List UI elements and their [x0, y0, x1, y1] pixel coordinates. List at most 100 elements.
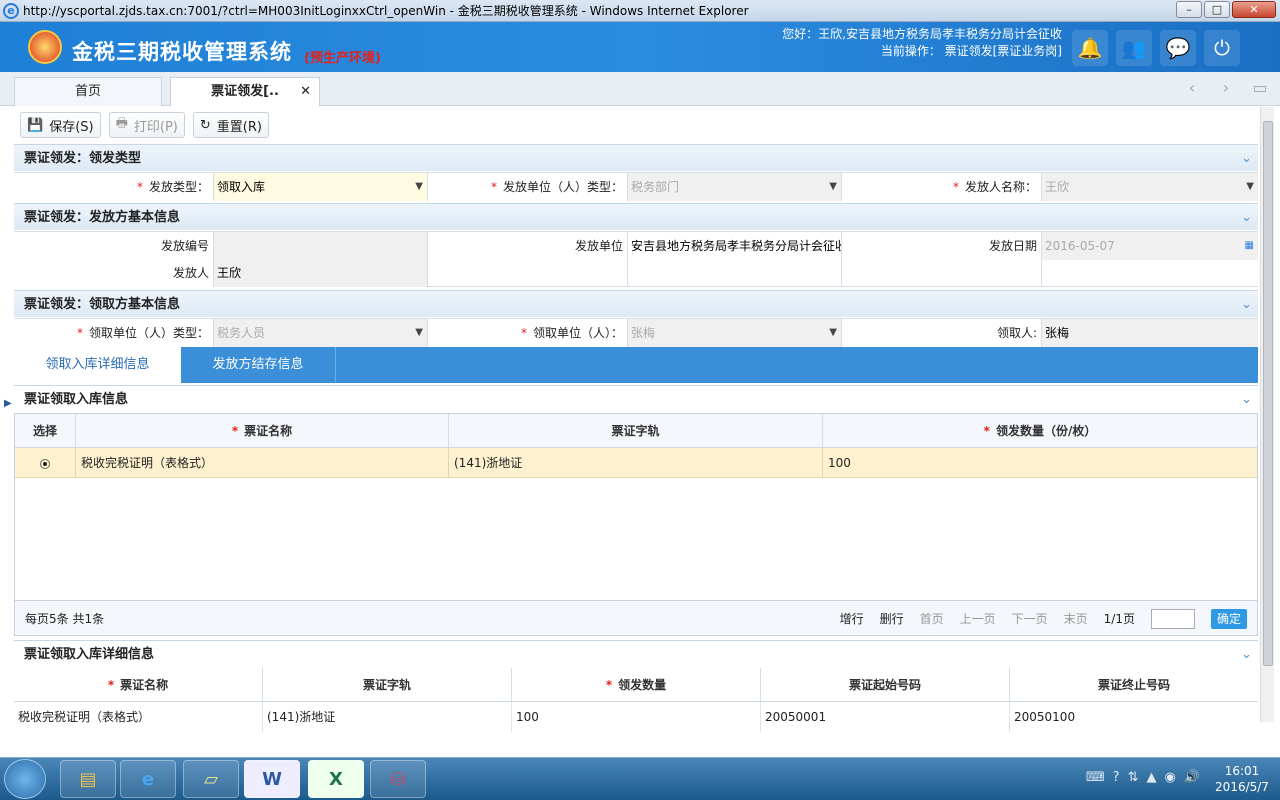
- tab-home[interactable]: 首页: [14, 77, 162, 106]
- receiver-field[interactable]: 张梅: [1042, 319, 1258, 347]
- delete-row-button[interactable]: 删行: [880, 601, 904, 637]
- col-quantity: * 领发数量（份/枚）: [983, 424, 1097, 438]
- dropdown-arrow-icon[interactable]: ▼: [415, 319, 423, 347]
- subtab-issuer-balance[interactable]: 发放方结存信息: [181, 347, 336, 383]
- save-icon: 💾: [27, 117, 44, 133]
- app-header: 金税三期税收管理系统 (预生产环境) 您好：王欣,安吉县地方税务局孝丰税务分局计…: [0, 22, 1280, 72]
- grid-receive: 选择 * 票证名称 票证字轨 * 领发数量（份/枚） 税收完税证明（表格式） (14…: [14, 413, 1258, 601]
- close-window-button[interactable]: ✕: [1232, 1, 1276, 18]
- issue-type-select[interactable]: 领取入库 ▼: [214, 173, 428, 201]
- dropdown-arrow-icon[interactable]: ▼: [829, 319, 837, 347]
- cell-quantity[interactable]: 100: [512, 702, 761, 732]
- chevron-down-icon[interactable]: ⌄: [1241, 204, 1252, 231]
- network-icon[interactable]: ⇅: [1128, 770, 1139, 785]
- power-icon[interactable]: ⏻: [1204, 30, 1240, 66]
- add-row-button[interactable]: 增行: [840, 601, 864, 637]
- ie-taskbar-icon[interactable]: e: [120, 760, 176, 798]
- reset-button[interactable]: ↻ 重置(R): [192, 112, 269, 138]
- clock[interactable]: 16:01 2016/5/7: [1212, 763, 1272, 795]
- chevron-down-icon[interactable]: ⌄: [1241, 291, 1252, 318]
- maximize-button[interactable]: □: [1204, 1, 1230, 18]
- keyboard-icon[interactable]: ⌨: [1086, 770, 1105, 785]
- word-icon[interactable]: W: [244, 760, 300, 798]
- label-text: 领取单位（人）类型：: [88, 326, 209, 340]
- empty-cell: [842, 259, 1042, 287]
- page-input[interactable]: [1150, 609, 1195, 629]
- section-grid2[interactable]: 票证领取入库详细信息 ⌄: [14, 640, 1258, 667]
- confirm-page-button[interactable]: 确定: [1210, 609, 1247, 629]
- expand-left-icon[interactable]: ▶: [4, 398, 12, 409]
- issuer-name-select[interactable]: 王欣 ▼: [1042, 173, 1258, 201]
- section-receiver-info[interactable]: 票证领发：领取方基本信息 ⌄: [14, 290, 1258, 317]
- section-title: 票证领发：领取方基本信息: [24, 297, 181, 312]
- issue-no-field[interactable]: [214, 232, 428, 260]
- notes-icon[interactable]: ▱: [183, 760, 239, 798]
- volume-icon[interactable]: 🔊: [1184, 770, 1200, 785]
- print-button[interactable]: 🖶 打印(P): [108, 112, 185, 138]
- cell-ticket-name[interactable]: 税收完税证明（表格式）: [14, 702, 263, 732]
- close-tab-icon[interactable]: ✕: [300, 78, 311, 106]
- issue-type-row: * 发放类型： 领取入库 ▼ * 发放单位（人）类型： 税务部门 ▼ * 发放人名称： 王…: [14, 172, 1258, 201]
- user-info: 您好：王欣,安吉县地方税务局孝丰税务分局计会征收 当前操作： 票证领发[票证业务…: [772, 26, 1062, 60]
- cell-end-no[interactable]: 20050100: [1010, 702, 1258, 732]
- subtab-receive-detail[interactable]: 领取入库详细信息: [14, 347, 181, 383]
- issuer-unit-label: 发放单位: [428, 232, 628, 260]
- issuer-unit-field[interactable]: 安吉县地方税务局孝丰税务分局计会征收: [628, 232, 842, 260]
- recv-unit-type-label: * 领取单位（人）类型：: [14, 319, 214, 347]
- row-radio[interactable]: [15, 448, 76, 477]
- save-button[interactable]: 💾 保存(S): [20, 112, 101, 138]
- prev-page-button[interactable]: 上一页: [960, 601, 996, 637]
- section-title: 票证领发：发放方基本信息: [24, 210, 181, 225]
- calendar-icon[interactable]: ▦: [1245, 232, 1254, 260]
- dropdown-arrow-icon[interactable]: ▼: [829, 173, 837, 201]
- first-page-button[interactable]: 首页: [920, 601, 944, 637]
- browser-titlebar: e http://yscportal.zjds.tax.cn:7001/?ctr…: [0, 0, 1280, 22]
- scrollbar-thumb[interactable]: [1263, 121, 1273, 666]
- explorer-icon[interactable]: ▤: [60, 760, 116, 798]
- minimize-button[interactable]: –: [1176, 1, 1202, 18]
- recv-unit-select[interactable]: 张梅 ▼: [628, 319, 842, 347]
- tab-next-icon[interactable]: ›: [1212, 78, 1240, 97]
- section-grid1[interactable]: 票证领取入库信息 ⌄: [14, 385, 1258, 412]
- next-page-button[interactable]: 下一页: [1012, 601, 1048, 637]
- dropdown-arrow-icon[interactable]: ▼: [415, 173, 423, 201]
- issuer-unit-type-select[interactable]: 税务部门 ▼: [628, 173, 842, 201]
- recv-unit-type-select[interactable]: 税务人员 ▼: [214, 319, 428, 347]
- cell-quantity[interactable]: 100: [823, 448, 1257, 477]
- cell-ticket-track[interactable]: (141)浙地证: [263, 702, 512, 732]
- col-label: 票证名称: [120, 678, 169, 692]
- help-icon[interactable]: ?: [1113, 770, 1120, 785]
- cell-ticket-name[interactable]: 税收完税证明（表格式）: [76, 448, 449, 477]
- chat-icon[interactable]: 💬: [1160, 30, 1196, 66]
- cell-start-no[interactable]: 20050001: [761, 702, 1010, 732]
- tab-ticket-issue[interactable]: 票证领发[.. ✕: [170, 77, 320, 106]
- print-label: 打印(P): [133, 119, 178, 135]
- page-counter: 1/1页: [1103, 612, 1135, 626]
- col-label: 票证名称: [244, 424, 293, 438]
- excel-icon[interactable]: X: [308, 760, 364, 798]
- issuer-field[interactable]: 王欣: [214, 259, 428, 287]
- chevron-down-icon[interactable]: ⌄: [1241, 145, 1252, 172]
- chevron-down-icon[interactable]: ⌄: [1241, 641, 1252, 668]
- dropdown-arrow-icon[interactable]: ▼: [1246, 173, 1254, 201]
- bell-icon[interactable]: 🔔: [1072, 30, 1108, 66]
- users-icon[interactable]: 👥: [1116, 30, 1152, 66]
- print-icon: 🖶: [115, 116, 128, 131]
- cell-ticket-track[interactable]: (141)浙地证: [449, 448, 823, 477]
- issue-date-field[interactable]: 2016-05-07 ▦: [1042, 232, 1258, 260]
- radio-selected[interactable]: [40, 458, 50, 469]
- table-row[interactable]: 税收完税证明（表格式） (141)浙地证 100: [15, 448, 1257, 478]
- show-hidden-icon[interactable]: ▲: [1146, 770, 1156, 785]
- database-icon[interactable]: ⛁: [370, 760, 426, 798]
- chevron-down-icon[interactable]: ⌄: [1241, 386, 1252, 413]
- section-issuer-info[interactable]: 票证领发：发放方基本信息 ⌄: [14, 203, 1258, 230]
- tab-window-icon[interactable]: ▭: [1246, 78, 1274, 97]
- date-value: 2016-05-07: [1045, 239, 1115, 253]
- vertical-scrollbar[interactable]: [1260, 107, 1274, 722]
- section-issue-type[interactable]: 票证领发：领发类型 ⌄: [14, 144, 1258, 171]
- app-tray-icon[interactable]: ◉: [1164, 770, 1175, 785]
- start-button[interactable]: [4, 759, 46, 799]
- last-page-button[interactable]: 末页: [1064, 601, 1088, 637]
- table-row[interactable]: 税收完税证明（表格式） (141)浙地证 100 20050001 200501…: [14, 702, 1258, 732]
- tab-prev-icon[interactable]: ‹: [1178, 78, 1206, 97]
